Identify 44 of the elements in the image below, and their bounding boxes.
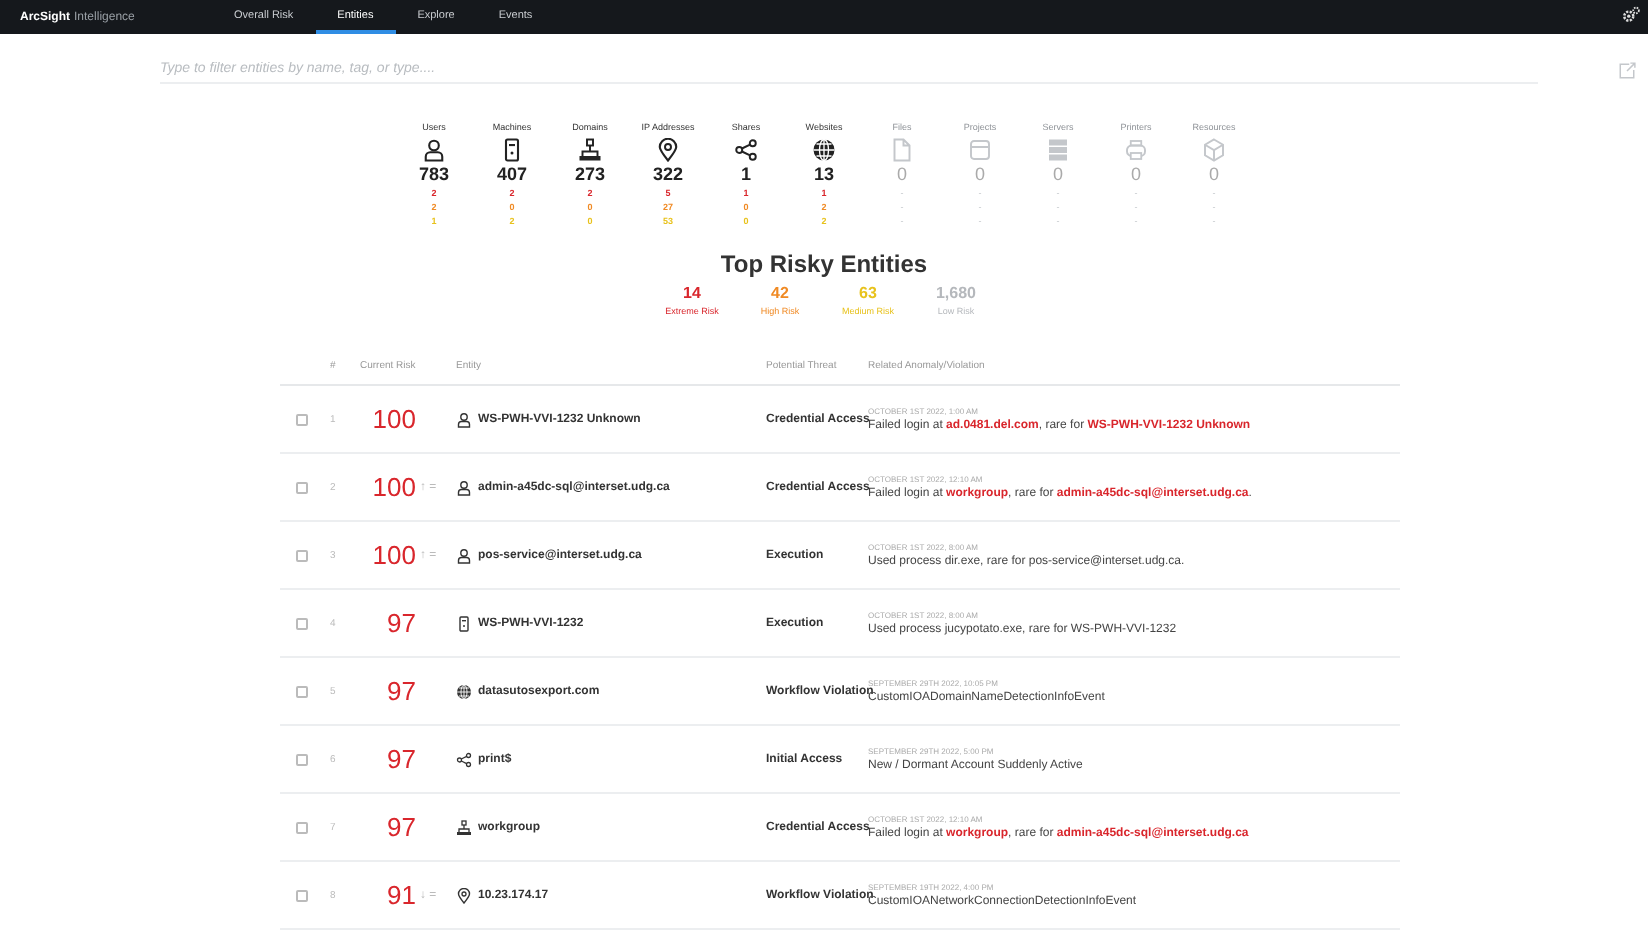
cube-icon (1202, 138, 1226, 162)
globe-icon (456, 683, 472, 699)
risk-score: 97 (385, 812, 416, 842)
row-checkbox[interactable] (296, 685, 308, 697)
row-checkbox[interactable] (296, 413, 308, 425)
printer-icon (1124, 138, 1148, 162)
user-icon (456, 479, 472, 495)
network-tree-icon (456, 819, 472, 835)
computer-tower-icon (456, 615, 472, 631)
document-icon (890, 138, 914, 162)
globe-icon (812, 138, 836, 162)
user-icon (422, 138, 446, 162)
risk-level-count[interactable]: 14 (683, 282, 701, 304)
entity-count[interactable]: 407 (496, 164, 528, 186)
entity-count[interactable]: 322 (652, 164, 684, 186)
network-tree-icon (578, 138, 602, 162)
row-checkbox[interactable] (296, 821, 308, 833)
row-checkbox[interactable] (296, 549, 308, 561)
entity-count[interactable]: 273 (574, 164, 606, 186)
computer-tower-icon (500, 138, 524, 162)
row-checkbox[interactable] (296, 889, 308, 901)
entity-count[interactable]: 783 (418, 164, 450, 186)
entity-count[interactable]: 1 (740, 164, 751, 186)
risk-score: 97 (385, 608, 416, 638)
risk-score: 91 (385, 880, 416, 910)
row-checkbox[interactable] (296, 481, 308, 493)
entity-count[interactable]: 13 (813, 164, 834, 186)
section-title: Top Risky Entities (720, 248, 928, 280)
location-pin-icon (456, 887, 472, 903)
risk-score: 100 (370, 540, 416, 570)
settings-icon[interactable] (1622, 6, 1640, 24)
user-icon (456, 411, 472, 427)
row-checkbox[interactable] (296, 753, 308, 765)
risk-score: 97 (385, 744, 416, 774)
row-checkbox[interactable] (296, 617, 308, 629)
share-icon (456, 751, 472, 767)
server-icon (1046, 138, 1070, 162)
user-icon (456, 547, 472, 563)
export-icon[interactable] (1618, 61, 1636, 79)
risk-score: 100 (370, 404, 416, 434)
location-pin-icon (656, 138, 680, 162)
share-icon (734, 138, 758, 162)
risk-score: 97 (385, 676, 416, 706)
risk-score: 100 (370, 472, 416, 502)
